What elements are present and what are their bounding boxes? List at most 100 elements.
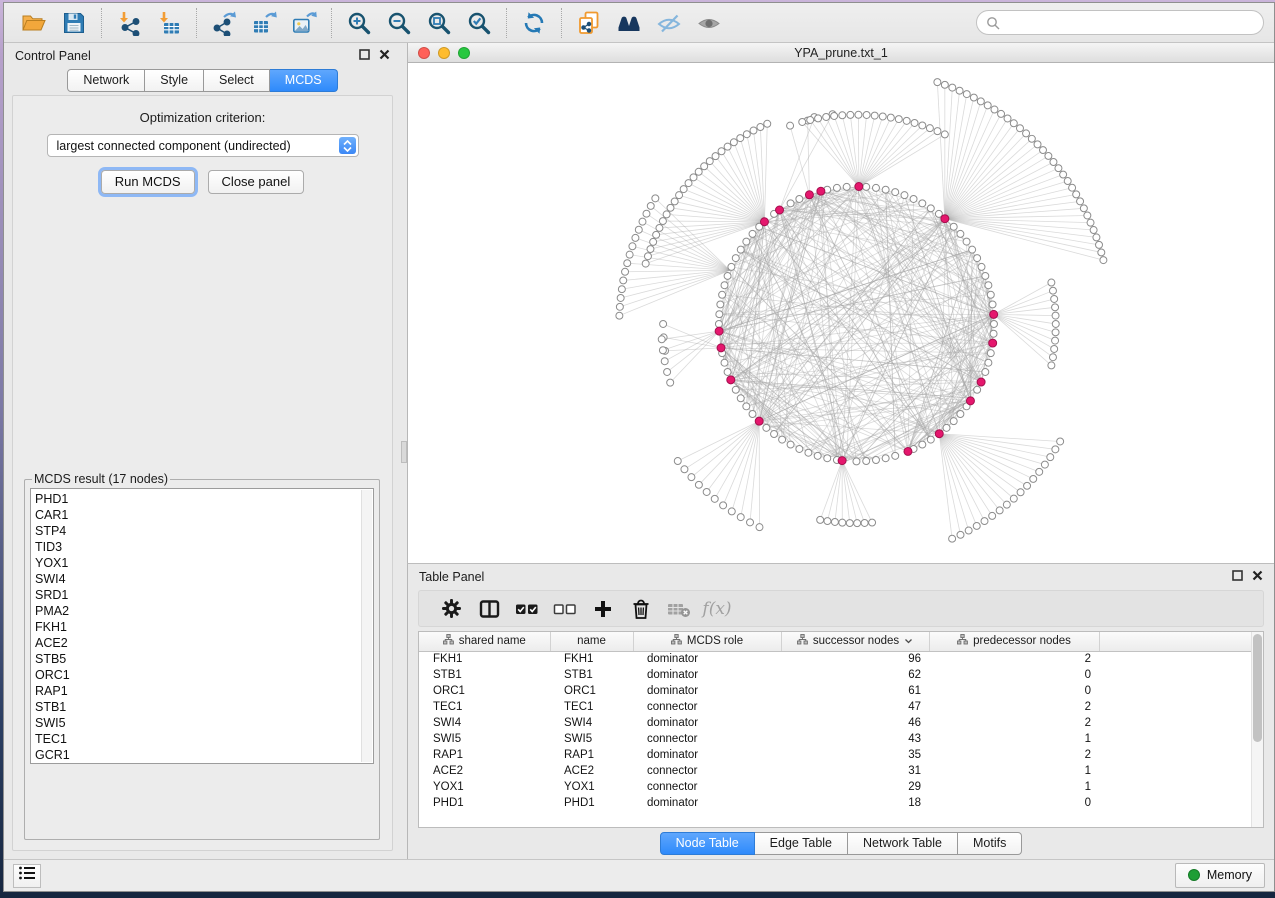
table-cell[interactable]: 2 <box>929 715 1099 731</box>
table-cell[interactable]: RAP1 <box>550 747 633 763</box>
table-cell[interactable]: ORC1 <box>550 683 633 699</box>
mcds-result-item[interactable]: FKH1 <box>35 619 373 635</box>
refresh-button[interactable] <box>514 6 554 40</box>
table-cell[interactable]: 1 <box>929 779 1099 795</box>
table-cell[interactable]: 43 <box>781 731 929 747</box>
tab-select[interactable]: Select <box>204 69 270 92</box>
table-cell[interactable]: 31 <box>781 763 929 779</box>
table-cell[interactable]: 2 <box>929 747 1099 763</box>
table-cell[interactable]: 2 <box>929 651 1099 667</box>
search-box[interactable] <box>976 10 1264 35</box>
mcds-result-item[interactable]: PHD1 <box>35 491 373 507</box>
table-cell[interactable]: dominator <box>633 683 781 699</box>
table-cell[interactable]: ACE2 <box>550 763 633 779</box>
zoom-fit-button[interactable] <box>419 6 459 40</box>
run-mcds-button[interactable]: Run MCDS <box>101 170 195 194</box>
table-cell[interactable]: dominator <box>633 651 781 667</box>
export-network-button[interactable] <box>204 6 244 40</box>
tab-style[interactable]: Style <box>145 69 204 92</box>
mcds-result-item[interactable]: GCR1 <box>35 747 373 763</box>
zoom-window-icon[interactable] <box>458 47 470 59</box>
table-row[interactable]: FKH1FKH1dominator962 <box>419 651 1251 667</box>
mcds-result-item[interactable]: YOX1 <box>35 555 373 571</box>
table-cell[interactable]: dominator <box>633 747 781 763</box>
table-cell[interactable]: PHD1 <box>419 795 550 811</box>
table-cell[interactable]: TEC1 <box>550 699 633 715</box>
mcds-result-item[interactable]: CAR1 <box>35 507 373 523</box>
tab-network[interactable]: Network <box>67 69 145 92</box>
table-cell[interactable]: 1 <box>929 731 1099 747</box>
close-window-icon[interactable] <box>418 47 430 59</box>
mcds-result-item[interactable]: PMA2 <box>35 603 373 619</box>
table-cell[interactable]: PHD1 <box>550 795 633 811</box>
network-graph[interactable] <box>408 63 1274 563</box>
table-cell[interactable]: SWI5 <box>419 731 550 747</box>
tab-node-table[interactable]: Node Table <box>660 832 755 855</box>
tab-network-table[interactable]: Network Table <box>848 832 958 855</box>
mcds-result-list[interactable]: PHD1CAR1STP4TID3YOX1SWI4SRD1PMA2FKH1ACE2… <box>30 488 374 764</box>
zoom-selected-button[interactable] <box>459 6 499 40</box>
network-titlebar[interactable]: YPA_prune.txt_1 <box>408 43 1274 63</box>
export-image-button[interactable] <box>284 6 324 40</box>
open-file-button[interactable] <box>14 6 54 40</box>
clone-network-button[interactable] <box>569 6 609 40</box>
table-cell[interactable]: SWI5 <box>550 731 633 747</box>
mcds-result-item[interactable]: SWI4 <box>35 571 373 587</box>
mcds-result-item[interactable]: STB5 <box>35 651 373 667</box>
float-table-panel-icon[interactable] <box>1232 570 1243 584</box>
close-table-panel-icon[interactable] <box>1252 570 1263 584</box>
table-row[interactable]: TEC1TEC1connector472 <box>419 699 1251 715</box>
table-cell[interactable]: STB1 <box>550 667 633 683</box>
result-list-scrollbar[interactable] <box>361 490 372 762</box>
table-cell[interactable]: 29 <box>781 779 929 795</box>
table-cell[interactable]: connector <box>633 779 781 795</box>
table-cell[interactable]: YOX1 <box>550 779 633 795</box>
import-table-button[interactable] <box>149 6 189 40</box>
table-row[interactable]: SWI5SWI5connector431 <box>419 731 1251 747</box>
add-button[interactable] <box>584 594 622 624</box>
tab-motifs[interactable]: Motifs <box>958 832 1022 855</box>
table-cell[interactable]: ACE2 <box>419 763 550 779</box>
table-cell[interactable]: FKH1 <box>419 651 550 667</box>
table-row[interactable]: RAP1RAP1dominator352 <box>419 747 1251 763</box>
table-cell[interactable]: 96 <box>781 651 929 667</box>
optimization-criterion-select[interactable]: largest connected component (undirected) <box>47 134 359 157</box>
splitter-grip[interactable] <box>401 441 407 463</box>
table-cell[interactable]: dominator <box>633 667 781 683</box>
delete-button[interactable] <box>622 594 660 624</box>
select-all-button[interactable] <box>508 594 546 624</box>
import-network-button[interactable] <box>109 6 149 40</box>
network-canvas[interactable] <box>408 63 1274 563</box>
table-cell[interactable]: 0 <box>929 795 1099 811</box>
table-row[interactable]: ORC1ORC1dominator610 <box>419 683 1251 699</box>
table-cell[interactable]: dominator <box>633 715 781 731</box>
mcds-result-item[interactable]: STB1 <box>35 699 373 715</box>
table-row[interactable]: ACE2ACE2connector311 <box>419 763 1251 779</box>
table-scrollbar-thumb[interactable] <box>1253 634 1262 742</box>
table-cell[interactable]: RAP1 <box>419 747 550 763</box>
table-scrollbar[interactable] <box>1251 632 1263 827</box>
panel-splitter[interactable] <box>401 43 407 859</box>
search-input[interactable] <box>1006 16 1254 30</box>
table-cell[interactable]: 0 <box>929 667 1099 683</box>
table-cell[interactable]: SWI4 <box>550 715 633 731</box>
zoom-in-button[interactable] <box>339 6 379 40</box>
table-cell[interactable]: FKH1 <box>550 651 633 667</box>
table-row[interactable]: PHD1PHD1dominator180 <box>419 795 1251 811</box>
table-cell[interactable]: 2 <box>929 699 1099 715</box>
table-cell[interactable]: YOX1 <box>419 779 550 795</box>
minimize-window-icon[interactable] <box>438 47 450 59</box>
table-cell[interactable]: SWI4 <box>419 715 550 731</box>
column-header-MCDS-role[interactable]: MCDS role <box>633 632 781 651</box>
save-session-button[interactable] <box>54 6 94 40</box>
close-panel-icon[interactable] <box>379 49 390 63</box>
deselect-all-button[interactable] <box>546 594 584 624</box>
export-table-button[interactable] <box>244 6 284 40</box>
table-row[interactable]: YOX1YOX1connector291 <box>419 779 1251 795</box>
table-cell[interactable]: connector <box>633 763 781 779</box>
mcds-result-item[interactable]: ORC1 <box>35 667 373 683</box>
column-header-predecessor-nodes[interactable]: predecessor nodes <box>929 632 1099 651</box>
settings-button[interactable] <box>432 594 470 624</box>
mcds-result-item[interactable]: ACE2 <box>35 635 373 651</box>
mcds-result-item[interactable]: STP4 <box>35 523 373 539</box>
